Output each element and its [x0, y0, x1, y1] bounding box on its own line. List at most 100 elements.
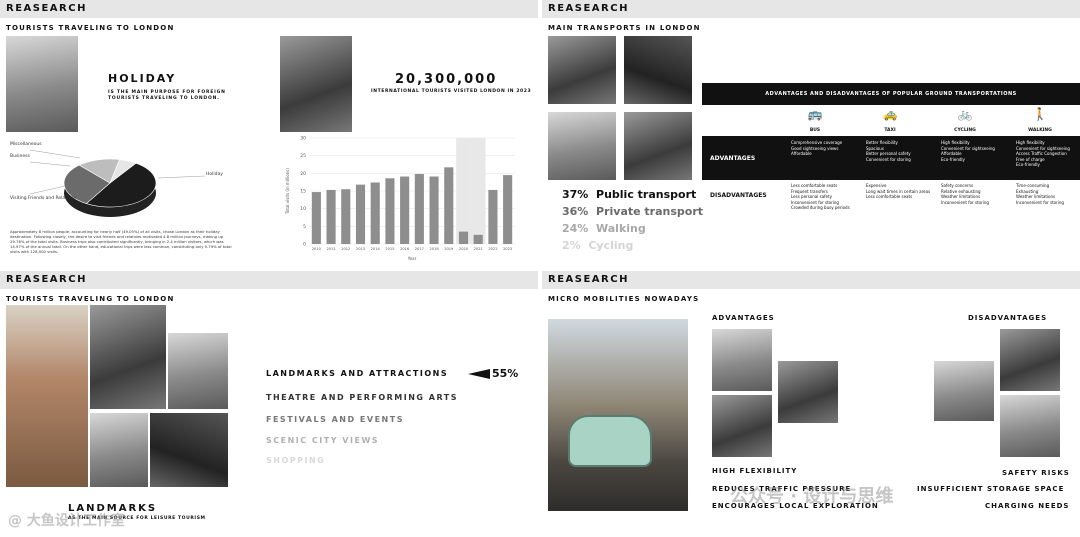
y-axis-label: Total visits (in millions) [285, 168, 290, 215]
bar-2014 [370, 182, 380, 244]
panel-subtitle: TOURISTS TRAVELING TO LONDON [6, 295, 175, 303]
bar-2012 [341, 189, 351, 244]
market-hall-photo [150, 413, 228, 487]
x-tick-label: 2014 [371, 247, 381, 251]
delivery-bike-photo [934, 361, 994, 421]
x-tick-label: 2019 [444, 247, 454, 251]
y-tick-label: 10 [300, 206, 306, 212]
advantages-heading: ADVANTAGES [712, 314, 775, 322]
theatre-street-photo [90, 413, 148, 487]
y-tick-label: 15 [300, 189, 306, 195]
ebike-battery-photo [1000, 329, 1060, 391]
x-tick-label: 2017 [415, 247, 424, 251]
taxi-icon: 🚕 [882, 107, 898, 121]
x-axis-label: Year [407, 256, 417, 261]
x-tick-label: 2011 [326, 247, 335, 251]
interest-landmarks: LANDMARKS AND ATTRACTIONS [266, 369, 449, 378]
x-tick-label: 2012 [341, 247, 350, 251]
museum-dome-photo [90, 305, 166, 409]
panel-subtitle: MAIN TRANSPORTS IN LONDON [548, 24, 701, 32]
dis-cycling: Safety concerns Relative exhausting Weat… [941, 183, 989, 205]
y-tick-label: 25 [300, 153, 306, 159]
bar-2016 [400, 176, 410, 244]
walking-photo [548, 112, 616, 180]
taxi-photo [624, 36, 692, 104]
bar-2010 [311, 192, 321, 244]
x-tick-label: 2021 [474, 247, 483, 251]
pie-label-business: Business [10, 154, 30, 159]
panel-header: REASEARCH [542, 0, 1080, 18]
cyclists-photo [712, 329, 772, 391]
share-row-walking: 24% Walking [562, 222, 646, 235]
interest-theatre: THEATRE AND PERFORMING ARTS [266, 393, 458, 402]
cycling-photo [624, 112, 692, 180]
pie-label-vfr: Visiting Friends and Relatives [10, 196, 76, 201]
x-tick-label: 2020 [459, 247, 469, 251]
london-street-photo [280, 36, 352, 132]
y-tick-label: 20 [300, 171, 306, 177]
scooter-photo [712, 395, 772, 457]
share-row-private: 36% Private transport [562, 205, 703, 218]
panel-subtitle: TOURISTS TRAVELING TO LONDON [6, 24, 175, 32]
visits-bar-chart: 0 5 10 15 20 25 30 2010 2011 2012 2013 2014 2015 2016… [285, 136, 515, 261]
mode-walking: WALKING [1028, 128, 1052, 133]
bar-2011 [326, 189, 336, 244]
stadium-photo [168, 333, 228, 409]
holiday-title: HOLIDAY [108, 72, 177, 85]
disadvantages-row: DISADVANTAGES Less comfortable seats Fre… [702, 180, 1080, 216]
mode-cycling: CYCLING [954, 128, 976, 133]
y-tick-label: 30 [300, 136, 306, 142]
y-tick-label: 5 [303, 224, 306, 230]
x-tick-label: 2016 [400, 247, 410, 251]
bus-icon: 🚌 [807, 107, 823, 121]
advantages-row: ADVANTAGES Comprehensive coverage Good s… [702, 136, 1080, 180]
dis-item-charging: CHARGING NEEDS [985, 502, 1070, 510]
x-tick-label: 2010 [312, 247, 322, 251]
share-label: Walking [596, 222, 646, 235]
x-tick-label: 2018 [429, 247, 439, 251]
big-number: 20,300,000 [395, 72, 498, 87]
pie-slices [63, 158, 157, 208]
share-label: Private transport [596, 205, 704, 218]
holiday-text: IS THE MAIN PURPOSE FOR FOREIGN TOURISTS… [108, 90, 226, 101]
advantages-label: ADVANTAGES [710, 155, 756, 162]
adv-cycling: High flexibility Convenient for sightsee… [941, 140, 995, 162]
header-title: REASEARCH [6, 3, 87, 14]
panel-subtitle: MICRO MOBILITIES NOWADAYS [548, 295, 700, 303]
pie-label-holiday: Holiday [206, 172, 223, 177]
adv-bus: Comprehensive coverage Good sightseeing … [791, 140, 843, 156]
purpose-paragraph: Approximately 8 million people, accounti… [10, 229, 232, 254]
watermark-right: 公众号 · 设计与思维 [730, 486, 894, 507]
bar-2015 [385, 178, 395, 244]
purpose-pie-chart [29, 149, 206, 217]
y-tick-label: 0 [303, 242, 306, 248]
interest-shopping: SHOPPING [266, 456, 326, 465]
x-tick-label: 2013 [356, 247, 365, 251]
bar-2019 [444, 167, 454, 244]
table-title: ADVANTAGES AND DISADVANTAGES OF POPULAR … [702, 83, 1080, 105]
bar-2023 [503, 175, 513, 244]
big-ben-photo [6, 305, 88, 487]
share-row-cycling: 2% Cycling [562, 239, 633, 252]
panel-tourist-interests: REASEARCH TOURISTS TRAVELING TO LONDON L… [0, 271, 538, 537]
x-tick-label: 2022 [488, 247, 497, 251]
panel-main-transports: REASEARCH MAIN TRANSPORTS IN LONDON ADVA… [542, 0, 1080, 266]
disadvantages-label: DISADVANTAGES [710, 192, 767, 199]
panel-header: REASEARCH [0, 271, 538, 289]
header-title: REASEARCH [548, 3, 629, 14]
pointer-arrow-icon [468, 369, 490, 379]
adv-taxi: Better flexibility Spacious Better perso… [866, 140, 911, 162]
share-pct: 2% [562, 239, 581, 252]
adv-walking: High flexibility Convenient for sightsee… [1016, 140, 1070, 167]
mode-bus: BUS [809, 128, 821, 133]
dis-item-storage: INSUFFICIENT STORAGE SPACE [917, 485, 1065, 493]
header-title: REASEARCH [548, 274, 629, 285]
dis-item-safety: SAFETY RISKS [1002, 469, 1070, 477]
bus-photo [548, 36, 616, 104]
panel-header: REASEARCH [0, 0, 538, 18]
bar-2022 [488, 189, 498, 244]
mode-taxi: TAXI [884, 128, 896, 133]
microcar-photo [548, 319, 688, 511]
bar-2018 [429, 176, 439, 244]
interest-festivals: FESTIVALS AND EVENTS [266, 415, 404, 424]
